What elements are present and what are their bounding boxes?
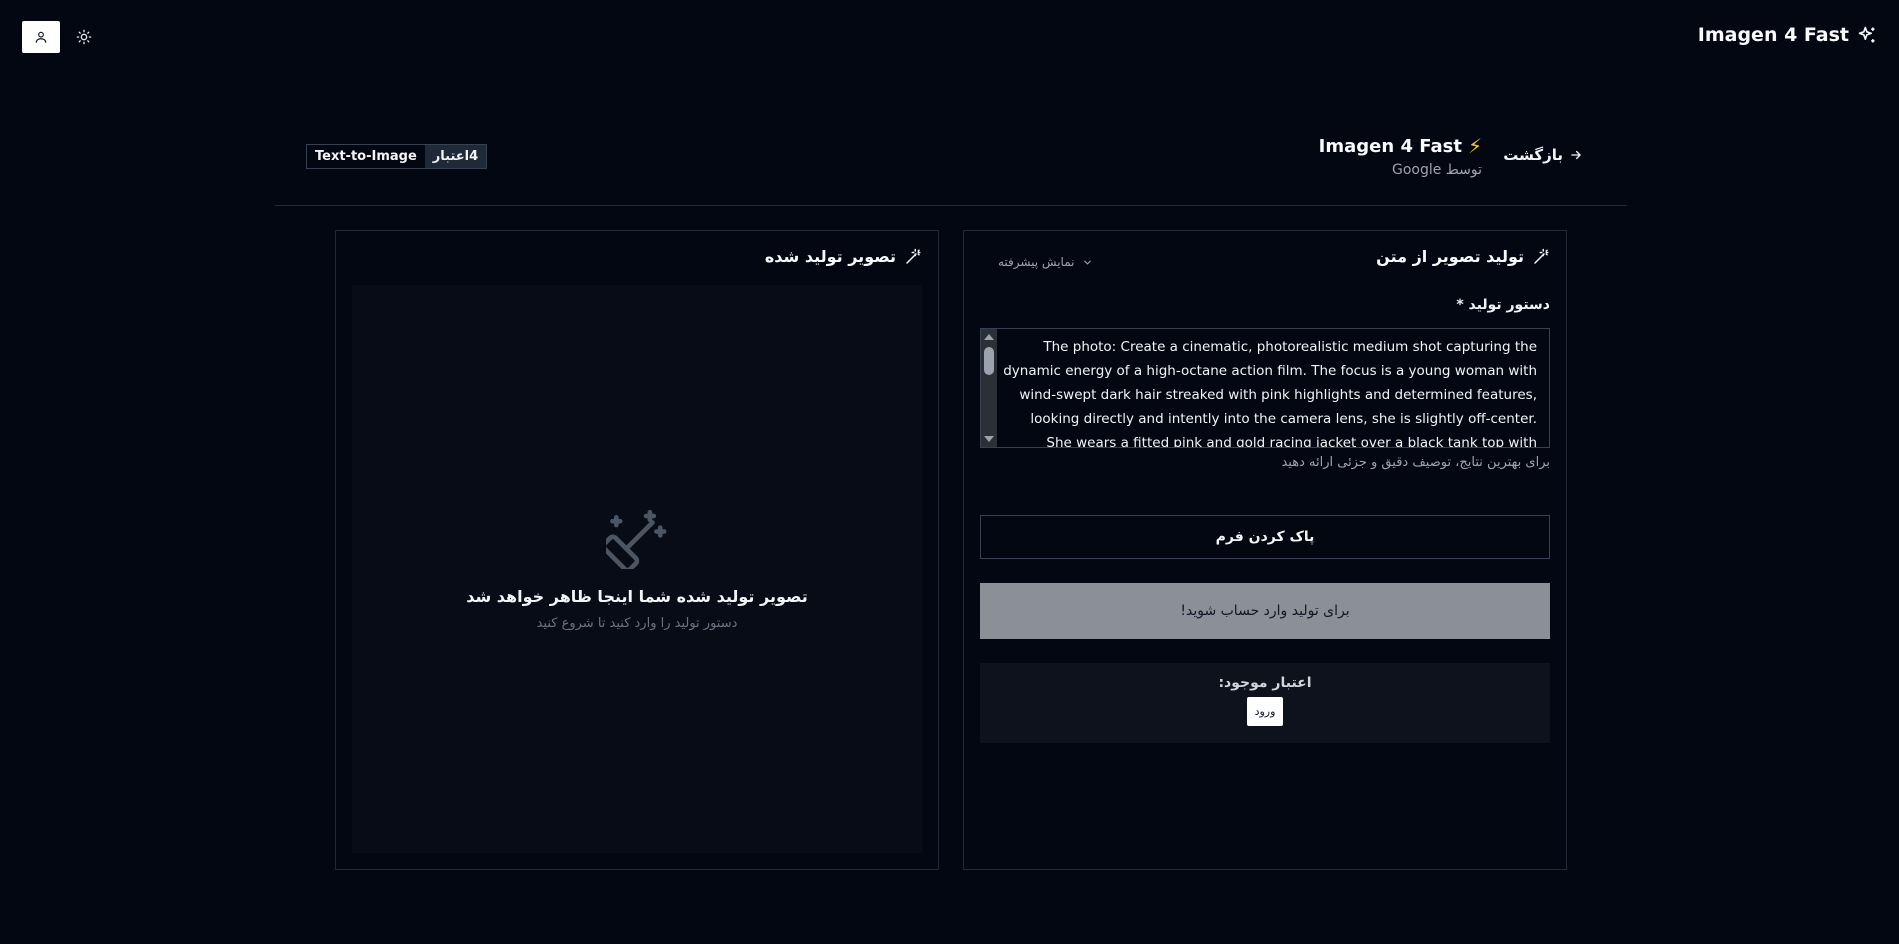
sparkles-icon: [1858, 26, 1875, 43]
prompt-text[interactable]: The photo: Create a cinematic, photoreal…: [1001, 335, 1537, 447]
top-bar: Imagen 4 Fast: [0, 0, 1899, 72]
theme-toggle-button[interactable]: [74, 27, 94, 47]
clear-form-button[interactable]: پاک کردن فرم: [980, 515, 1550, 559]
form-header: تولید تصویر از متن: [1376, 247, 1550, 266]
credit-badge: 4اعتبار: [424, 145, 487, 168]
brand-title: Imagen 4 Fast: [1697, 24, 1849, 46]
show-advanced-toggle[interactable]: نمایش پیشرفته: [998, 255, 1093, 269]
available-credit-label: اعتبار موجود:: [1218, 675, 1312, 691]
credit-box: اعتبار موجود: ورود: [980, 663, 1550, 743]
brand: Imagen 4 Fast: [1698, 24, 1877, 46]
text-to-image-form-panel: تولید تصویر از متن نمایش پیشرفته دستور ت…: [963, 230, 1567, 870]
arrow-right-icon: [1571, 150, 1581, 160]
model-title: Imagen 4 Fast: [1318, 135, 1462, 157]
model-provider: توسط Google: [1392, 162, 1482, 178]
show-advanced-label: نمایش پیشرفته: [998, 255, 1075, 269]
sun-icon: [76, 29, 92, 45]
generated-image-title: تصویر تولید شده: [764, 247, 896, 266]
bolt-icon: ⚡: [1467, 134, 1482, 158]
scroll-up-arrow[interactable]: [984, 334, 994, 340]
generated-image-header: تصویر تولید شده: [765, 247, 922, 266]
preview-placeholder-subtitle: دستور تولید را وارد کنید تا شروع کنید: [536, 616, 738, 631]
model-header: بازگشت ⚡ Imagen 4 Fast توسط Google 4اعتب…: [275, 130, 1627, 206]
prompt-textarea[interactable]: The photo: Create a cinematic, photoreal…: [980, 328, 1550, 448]
generated-image-panel: تصویر تولید شده تصویر تولید شده شما اینج…: [335, 230, 939, 870]
prompt-scrollbar[interactable]: [981, 329, 997, 447]
back-label: بازگشت: [1503, 146, 1563, 164]
type-badge: Text-to-Image: [307, 145, 425, 168]
magic-wand-icon: [906, 248, 921, 264]
user-icon: [35, 31, 47, 43]
chevron-down-icon: [1084, 260, 1092, 265]
form-title: تولید تصویر از متن: [1376, 247, 1524, 266]
prompt-help-text: برای بهترین نتایج، توصیف دقیق و جزئی ارا…: [1281, 455, 1550, 470]
prompt-label: دستور تولید *: [1456, 297, 1550, 313]
login-button[interactable]: ورود: [1246, 697, 1284, 726]
user-button[interactable]: [22, 21, 60, 53]
scroll-thumb[interactable]: [984, 347, 994, 375]
scroll-down-arrow[interactable]: [984, 436, 994, 442]
magic-wand-icon: [1534, 248, 1549, 264]
login-to-generate-button[interactable]: برای تولید وارد حساب شوید!: [980, 583, 1550, 639]
image-preview-area: تصویر تولید شده شما اینجا ظاهر خواهد شد …: [352, 285, 922, 853]
back-link[interactable]: بازگشت: [1503, 146, 1583, 164]
preview-placeholder-title: تصویر تولید شده شما اینجا ظاهر خواهد شد: [466, 587, 808, 606]
model-badges: 4اعتبار Text-to-Image: [306, 144, 488, 169]
magic-wand-placeholder-icon: [606, 509, 667, 569]
model-info: ⚡ Imagen 4 Fast توسط Google: [1319, 134, 1482, 178]
